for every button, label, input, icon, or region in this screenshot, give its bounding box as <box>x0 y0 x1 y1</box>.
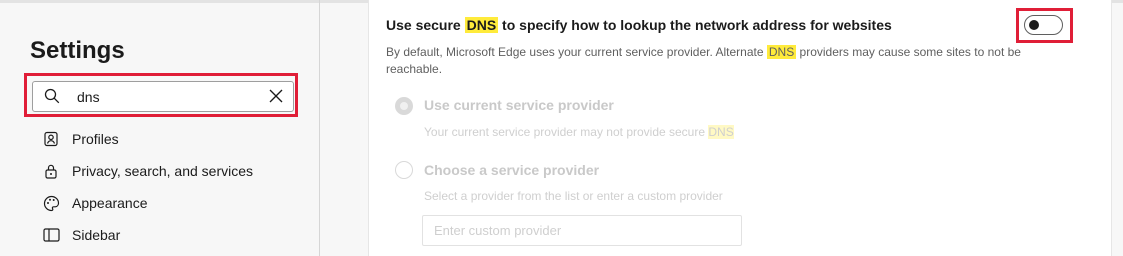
search-highlight: DNS <box>766 45 797 59</box>
secure-dns-description: By default, Microsoft Edge uses your cur… <box>386 44 1026 78</box>
toggle-knob <box>1029 20 1039 30</box>
radio-current-provider[interactable] <box>395 97 413 115</box>
option-choose-provider-description: Select a provider from the list or enter… <box>424 189 723 203</box>
search-icon <box>44 88 60 104</box>
search-box[interactable] <box>32 81 294 112</box>
secure-dns-title: Use secure DNS to specify how to lookup … <box>386 17 892 33</box>
search-highlight: DNS <box>708 125 734 139</box>
sidebar-item-label: Privacy, search, and services <box>72 163 254 179</box>
search-input[interactable] <box>77 82 247 111</box>
option-sub-text: Your current service provider may not pr… <box>424 125 709 139</box>
title-text: to specify how to lookup the network add… <box>498 17 892 33</box>
sidebar-item-profiles[interactable]: Profiles <box>42 128 119 150</box>
option-choose-provider-label: Choose a service provider <box>424 162 600 178</box>
sidebar-item-appearance[interactable]: Appearance <box>42 192 148 214</box>
custom-provider-input[interactable] <box>422 215 742 246</box>
radio-choose-provider[interactable] <box>395 161 413 179</box>
sidebar-item-label: Sidebar <box>72 227 121 243</box>
option-current-provider-description: Your current service provider may not pr… <box>424 125 734 139</box>
lock-icon <box>42 162 60 180</box>
search-highlight: DNS <box>464 17 499 33</box>
sidebar-item-sidebar[interactable]: Sidebar <box>42 224 120 246</box>
description-text: By default, Microsoft Edge uses your cur… <box>386 45 767 59</box>
profile-icon <box>42 130 60 148</box>
option-current-provider-label: Use current service provider <box>424 97 614 113</box>
page-title: Settings <box>30 37 125 64</box>
secure-dns-toggle[interactable] <box>1024 15 1063 35</box>
sidebar-icon <box>42 226 60 244</box>
sidebar-item-privacy[interactable]: Privacy, search, and services <box>42 160 253 182</box>
title-text: Use secure <box>386 17 465 33</box>
sidebar-item-label: Appearance <box>72 195 148 211</box>
palette-icon <box>42 194 60 212</box>
sidebar-item-label: Profiles <box>72 131 119 147</box>
clear-search-icon[interactable] <box>269 89 283 103</box>
